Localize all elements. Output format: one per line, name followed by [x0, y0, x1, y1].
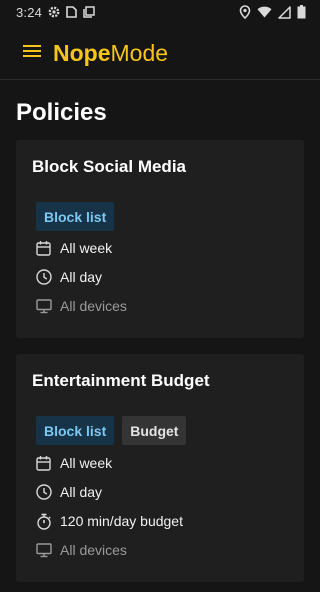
- schedule-hours-row: All day: [35, 482, 102, 502]
- devices-row: All devices: [35, 296, 127, 316]
- budget-chip[interactable]: Budget: [122, 416, 187, 445]
- budget-row: 120 min/day budget: [35, 511, 183, 531]
- monitor-icon: [35, 298, 52, 315]
- clock-icon: [35, 484, 52, 501]
- hamburger-menu-icon: [23, 44, 41, 63]
- block-list-chip[interactable]: Block list: [36, 416, 115, 445]
- devices-row: All devices: [35, 540, 127, 560]
- calendar-icon: [35, 240, 52, 257]
- calendar-icon: [35, 455, 52, 472]
- policy-card[interactable]: Entertainment Budget Block list Budget A…: [16, 354, 304, 582]
- settings-gear-icon: [48, 6, 60, 18]
- policy-card[interactable]: Block Social Media Block list All week A…: [16, 140, 304, 338]
- status-bar-left: 3:24: [16, 0, 95, 24]
- schedule-days-text: All week: [60, 455, 113, 471]
- screenshot-icon: [83, 6, 95, 18]
- page-title: Policies: [16, 99, 107, 126]
- app-bar: NopeMode: [0, 24, 320, 80]
- battery-icon: [297, 5, 306, 19]
- policy-chips: Block list: [36, 202, 115, 231]
- status-bar: 3:24: [0, 0, 320, 24]
- sim-card-icon: [66, 6, 77, 18]
- devices-text: All devices: [60, 542, 127, 558]
- status-time: 3:24: [16, 4, 43, 20]
- schedule-days-text: All week: [60, 240, 113, 256]
- policy-chips: Block list Budget: [36, 416, 187, 445]
- app-logo: NopeMode: [53, 39, 168, 67]
- monitor-icon: [35, 542, 52, 559]
- schedule-hours-row: All day: [35, 267, 102, 287]
- devices-text: All devices: [60, 298, 127, 314]
- status-bar-right: [239, 0, 306, 24]
- signal-icon: [278, 5, 291, 19]
- app-logo-strong: Nope: [53, 40, 111, 66]
- schedule-days-row: All week: [35, 453, 112, 473]
- budget-text: 120 min/day budget: [60, 513, 183, 529]
- app-logo-light: Mode: [110, 40, 169, 66]
- schedule-hours-text: All day: [60, 484, 103, 500]
- schedule-hours-text: All day: [60, 269, 103, 285]
- policy-title: Entertainment Budget: [32, 371, 210, 390]
- clock-icon: [35, 269, 52, 286]
- policy-title: Block Social Media: [32, 157, 186, 176]
- wifi-icon: [257, 6, 272, 18]
- schedule-days-row: All week: [35, 238, 112, 258]
- block-list-chip[interactable]: Block list: [36, 202, 115, 231]
- menu-button[interactable]: [20, 41, 44, 65]
- location-pin-icon: [239, 5, 251, 19]
- stopwatch-icon: [35, 513, 52, 530]
